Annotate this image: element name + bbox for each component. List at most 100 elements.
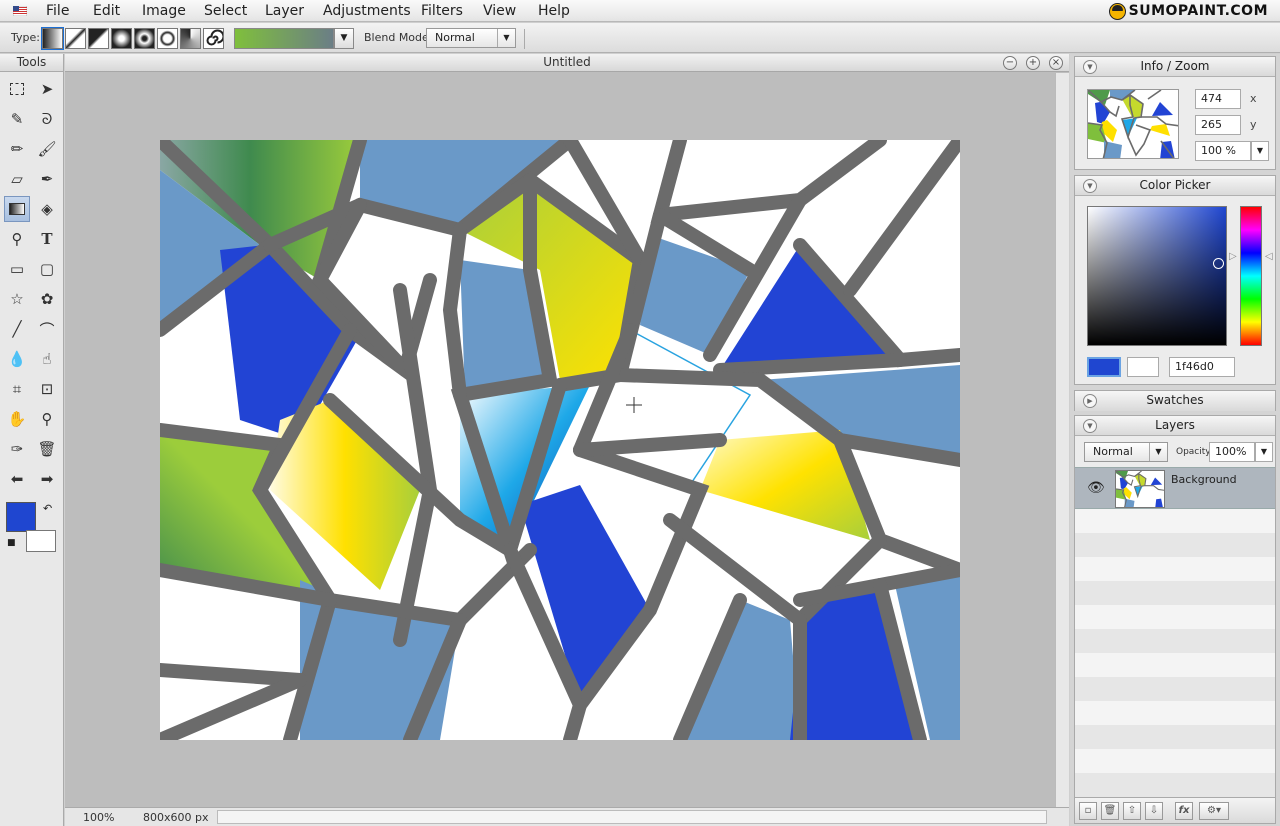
- delete-layer-icon[interactable]: 🗑: [1101, 802, 1119, 820]
- opacity-field[interactable]: 100%: [1209, 442, 1255, 462]
- menu-image[interactable]: Image: [142, 3, 186, 19]
- clone-stamp-tool[interactable]: ⚲: [4, 226, 30, 252]
- brush-icon: 🖌: [37, 140, 57, 158]
- zoom-dropdown-button[interactable]: ▼: [1251, 141, 1269, 161]
- line-tool[interactable]: ╱: [4, 316, 30, 342]
- menu-view[interactable]: View: [483, 3, 516, 19]
- star-shape-tool[interactable]: ☆: [4, 286, 30, 312]
- lasso-tool[interactable]: ᘐ: [34, 106, 60, 132]
- maximize-icon[interactable]: +: [1026, 56, 1040, 70]
- blend-mode-select[interactable]: Normal ▼: [426, 28, 516, 48]
- opacity-dropdown-button[interactable]: ▼: [1255, 442, 1273, 462]
- swatches-header[interactable]: ▶ Swatches: [1075, 391, 1275, 411]
- layer-effects-icon[interactable]: fx: [1175, 802, 1193, 820]
- info-zoom-header[interactable]: ▼ Info / Zoom: [1075, 57, 1275, 77]
- crop-tool[interactable]: ⌗: [4, 376, 30, 402]
- layer-settings-gear-icon[interactable]: ⚙▾: [1199, 802, 1229, 820]
- blur-tool[interactable]: 💧: [4, 346, 30, 372]
- layers-panel: ▼ Layers Normal ▼ Opacity: 100% ▼ 👁 Back…: [1074, 415, 1276, 824]
- swap-colors-icon[interactable]: ↶: [43, 502, 52, 515]
- smudge-tool[interactable]: ✒: [34, 166, 60, 192]
- foreground-color-swatch[interactable]: [6, 502, 36, 532]
- trash-tool[interactable]: 🗑: [34, 436, 60, 462]
- eraser-tool[interactable]: ▱: [4, 166, 30, 192]
- layer-blend-mode-select[interactable]: Normal ▼: [1084, 442, 1168, 462]
- navigator-thumbnail[interactable]: [1087, 89, 1179, 159]
- color-selector-marker[interactable]: [1213, 258, 1224, 269]
- hand-tool[interactable]: ✋: [4, 406, 30, 432]
- angle-gradient-type-button[interactable]: [180, 28, 201, 49]
- linear-gradient-type-button[interactable]: [41, 27, 64, 50]
- text-tool[interactable]: T: [34, 226, 60, 252]
- brush-tool[interactable]: 🖌: [34, 136, 60, 162]
- reflected-gradient-type-button[interactable]: [65, 28, 86, 49]
- zoom-field[interactable]: 100 %: [1195, 141, 1251, 161]
- menu-filters[interactable]: Filters: [421, 3, 463, 19]
- hue-slider[interactable]: [1240, 206, 1262, 346]
- zoom-tool[interactable]: ⚲: [34, 406, 60, 432]
- document-window: Untitled − + × 100% 800x600 px: [65, 54, 1069, 826]
- rectangle-tool[interactable]: ▭: [4, 256, 30, 282]
- sumopaint-logo[interactable]: SUMOPAINT.COM: [1108, 2, 1268, 20]
- menu-edit[interactable]: Edit: [93, 3, 120, 19]
- redo-button[interactable]: ➡: [34, 466, 60, 492]
- flower-shape-tool[interactable]: ✿: [34, 286, 60, 312]
- saturation-brightness-field[interactable]: [1087, 206, 1227, 346]
- gradient-dropdown-button[interactable]: ▼: [334, 28, 354, 49]
- image-canvas[interactable]: [160, 140, 960, 740]
- collapse-icon[interactable]: ▼: [1083, 419, 1097, 433]
- minimize-icon[interactable]: −: [1003, 56, 1017, 70]
- move-tool[interactable]: ➤: [34, 76, 60, 102]
- expand-icon[interactable]: ▶: [1083, 394, 1097, 408]
- move-layer-down-icon[interactable]: ⇩: [1145, 802, 1163, 820]
- foreground-color-chip[interactable]: [1087, 357, 1121, 377]
- radial-gradient-type-button[interactable]: [134, 28, 155, 49]
- menu-layer[interactable]: Layer: [265, 3, 304, 19]
- undo-button[interactable]: ⬅: [4, 466, 30, 492]
- layer-row-background[interactable]: 👁 Background: [1075, 467, 1275, 509]
- move-layer-up-icon[interactable]: ⇧: [1123, 802, 1141, 820]
- ring-gradient-type-button[interactable]: [157, 28, 178, 49]
- rectangle-marquee-tool[interactable]: [4, 76, 30, 102]
- menu-help[interactable]: Help: [538, 3, 570, 19]
- smudge-finger-tool[interactable]: ☝: [34, 346, 60, 372]
- close-icon[interactable]: ×: [1049, 56, 1063, 70]
- finger-icon: ☝: [42, 350, 52, 368]
- hex-color-input[interactable]: 1f46d0: [1169, 357, 1235, 377]
- magnifier-icon: ⚲: [41, 410, 53, 428]
- color-picker-header[interactable]: ▼ Color Picker: [1075, 176, 1275, 196]
- magic-wand-tool[interactable]: ✎: [4, 106, 30, 132]
- horizontal-scrollbar[interactable]: [217, 810, 1047, 824]
- gradient-tool[interactable]: [4, 196, 30, 222]
- smudge-icon: ✒: [40, 170, 54, 188]
- paint-bucket-tool[interactable]: ◈: [34, 196, 60, 222]
- menu-adjustments[interactable]: Adjustments: [323, 3, 411, 19]
- transform-tool[interactable]: ⊡: [34, 376, 60, 402]
- eyedropper-tool[interactable]: ✑: [4, 436, 30, 462]
- rounded-rectangle-tool[interactable]: ▢: [34, 256, 60, 282]
- hue-slider-right-arrow-icon[interactable]: ◁: [1265, 251, 1273, 262]
- square-gradient-type-button[interactable]: [111, 28, 132, 49]
- x-coordinate-field[interactable]: 474: [1195, 89, 1241, 109]
- spiral-gradient-type-button[interactable]: [203, 28, 225, 49]
- new-layer-icon[interactable]: ▫: [1079, 802, 1097, 820]
- collapse-icon[interactable]: ▼: [1083, 179, 1097, 193]
- collapse-icon[interactable]: ▼: [1083, 60, 1097, 74]
- default-colors-icon[interactable]: ■: [7, 538, 16, 548]
- vertical-scrollbar[interactable]: [1055, 73, 1069, 807]
- pencil-tool[interactable]: ✏: [4, 136, 30, 162]
- gradient-preview-swatch[interactable]: [234, 28, 334, 49]
- y-coordinate-field[interactable]: 265: [1195, 115, 1241, 135]
- curve-tool[interactable]: ⌒: [34, 316, 60, 342]
- layers-header[interactable]: ▼ Layers: [1075, 416, 1275, 436]
- eye-visibility-icon[interactable]: 👁: [1087, 480, 1105, 496]
- background-color-chip[interactable]: [1127, 357, 1159, 377]
- zoom-level[interactable]: 100%: [83, 811, 114, 824]
- background-color-swatch[interactable]: [26, 530, 56, 552]
- menu-file[interactable]: File: [46, 3, 69, 19]
- language-flag-icon[interactable]: [13, 6, 27, 16]
- hue-slider-left-arrow-icon[interactable]: ▷: [1229, 251, 1237, 262]
- magic-wand-icon: ✎: [10, 110, 24, 128]
- diagonal-gradient-type-button[interactable]: [88, 28, 109, 49]
- menu-select[interactable]: Select: [204, 3, 247, 19]
